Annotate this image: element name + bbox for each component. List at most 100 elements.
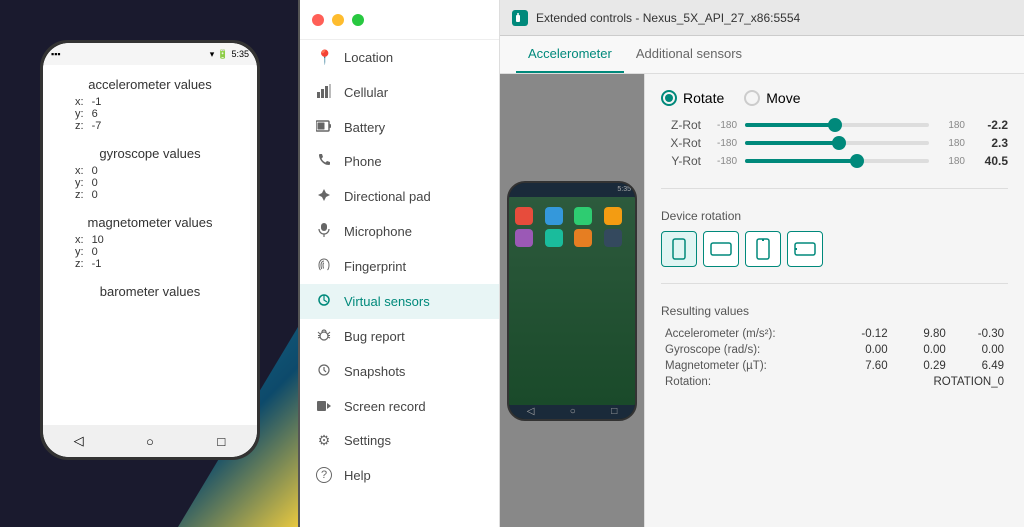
z-rot-thumb[interactable]	[828, 118, 842, 132]
sidebar-item-settings[interactable]: ⚙ Settings	[300, 423, 499, 458]
mag-result-v3: 6.49	[950, 358, 1008, 374]
rot-portrait-rev-button[interactable]	[745, 231, 781, 267]
y-rot-thumb[interactable]	[850, 154, 864, 168]
sidebar-item-virtual-sensors[interactable]: Virtual sensors	[300, 284, 499, 319]
accel-result-v2: 9.80	[892, 326, 950, 342]
mag-y-val: 0	[92, 246, 98, 258]
sidebar-item-location[interactable]: 📍 Location	[300, 40, 499, 75]
mag-result-v2: 0.29	[892, 358, 950, 374]
resulting-values-title: Resulting values	[661, 304, 1008, 318]
home-button[interactable]: ○	[140, 431, 160, 451]
sidebar-item-help[interactable]: ? Help	[300, 458, 499, 492]
gyroscope-section: gyroscope values x: 0 y: 0 z: 0	[55, 146, 245, 201]
device-rotation-title: Device rotation	[661, 209, 1008, 223]
table-row: Magnetometer (µT): 7.60 0.29 6.49	[661, 358, 1008, 374]
sidebar-item-battery[interactable]: Battery	[300, 110, 499, 144]
accel-result-v1: -0.12	[833, 326, 891, 342]
accel-x: x: -1	[75, 96, 245, 108]
sidebar-item-phone[interactable]: Phone	[300, 144, 499, 179]
back-button[interactable]: ◁	[69, 431, 89, 451]
sidebar-item-directional[interactable]: Directional pad	[300, 179, 499, 214]
sidebar-item-screen-record[interactable]: Screen record	[300, 389, 499, 423]
tab-accelerometer[interactable]: Accelerometer	[516, 36, 624, 73]
gyro-result-v1: 0.00	[833, 342, 891, 358]
accel-y: y: 6	[75, 108, 245, 120]
move-radio[interactable]	[744, 90, 760, 106]
accel-result-label: Accelerometer (m/s²):	[661, 326, 833, 342]
signal-icon: ▪▪▪	[51, 49, 61, 59]
x-rot-fill	[745, 141, 839, 145]
gyro-y: y: 0	[75, 177, 245, 189]
tab-additional-sensors[interactable]: Additional sensors	[624, 36, 754, 73]
magnetometer-values: x: 10 y: 0 z: -1	[55, 234, 245, 270]
mag-x-val: 10	[92, 234, 104, 246]
accel-y-val: 6	[92, 108, 98, 120]
mag-z-val: -1	[92, 258, 102, 270]
phone-sidebar-icon	[316, 153, 332, 170]
mag-z: z: -1	[75, 258, 245, 270]
x-rot-thumb[interactable]	[832, 136, 846, 150]
gyro-z-val: 0	[92, 189, 98, 201]
sidebar-item-fingerprint[interactable]: Fingerprint	[300, 249, 499, 284]
rot-landscape-rev-button[interactable]	[787, 231, 823, 267]
x-rot-track[interactable]	[745, 141, 929, 145]
sidebar-label-location: Location	[344, 50, 393, 65]
close-button[interactable]	[312, 14, 324, 26]
x-rot-min: -180	[709, 138, 737, 149]
z-rot-row: Z-Rot -180 180 -2.2	[661, 118, 1008, 132]
gyro-x-label: x:	[75, 165, 84, 177]
maximize-button[interactable]	[352, 14, 364, 26]
move-option[interactable]: Move	[744, 90, 800, 106]
y-rot-row: Y-Rot -180 180 40.5	[661, 154, 1008, 168]
sidebar-label-fingerprint: Fingerprint	[344, 259, 406, 274]
table-row: Rotation: ROTATION_0	[661, 374, 1008, 390]
y-rot-track[interactable]	[745, 159, 929, 163]
x-rot-value: 2.3	[973, 136, 1008, 150]
z-rot-min: -180	[709, 120, 737, 131]
cellular-icon	[316, 84, 332, 101]
sidebar-label-microphone: Microphone	[344, 224, 412, 239]
sidebar-header	[300, 0, 499, 40]
magnetometer-title: magnetometer values	[55, 215, 245, 230]
accel-z: z: -7	[75, 120, 245, 132]
gyro-y-val: 0	[92, 177, 98, 189]
minimize-button[interactable]	[332, 14, 344, 26]
resulting-values-section: Resulting values Accelerometer (m/s²): -…	[661, 304, 1008, 390]
z-rot-label: Z-Rot	[661, 118, 701, 132]
fingerprint-icon	[316, 258, 332, 275]
sidebar-item-bug-report[interactable]: Bug report	[300, 319, 499, 354]
gyroscope-title: gyroscope values	[55, 146, 245, 161]
x-rot-label: X-Rot	[661, 136, 701, 150]
rotate-option[interactable]: Rotate	[661, 90, 724, 106]
rot-landscape-button[interactable]	[703, 231, 739, 267]
z-rot-fill	[745, 123, 835, 127]
sidebar-items: 📍 Location Cellular Battery	[300, 40, 499, 527]
divider-1	[661, 188, 1008, 189]
phone-body: ▪▪▪ ▾ 🔋 5:35 accelerometer values x: -1	[40, 40, 260, 460]
gyro-result-label: Gyroscope (rad/s):	[661, 342, 833, 358]
rot-portrait-button[interactable]	[661, 231, 697, 267]
sidebar-item-snapshots[interactable]: Snapshots	[300, 354, 499, 389]
preview-phone: 5:35	[507, 181, 637, 421]
sidebar-label-directional: Directional pad	[344, 189, 431, 204]
sidebar-label-bug-report: Bug report	[344, 329, 405, 344]
sidebar-item-microphone[interactable]: Microphone	[300, 214, 499, 249]
y-rot-max: 180	[937, 156, 965, 167]
preview-screen-content: 5:35	[509, 183, 635, 419]
device-rotation-section: Device rotation	[661, 209, 1008, 267]
recents-button[interactable]: □	[211, 431, 231, 451]
sidebar-item-cellular[interactable]: Cellular	[300, 75, 499, 110]
sidebar-label-phone: Phone	[344, 154, 382, 169]
y-rot-value: 40.5	[973, 154, 1008, 168]
gyro-z: z: 0	[75, 189, 245, 201]
mag-y-label: y:	[75, 246, 84, 258]
mag-x-label: x:	[75, 234, 84, 246]
rotate-radio[interactable]	[661, 90, 677, 106]
mag-y: y: 0	[75, 246, 245, 258]
accelerometer-values: x: -1 y: 6 z: -7	[55, 96, 245, 132]
mag-x: x: 10	[75, 234, 245, 246]
status-right: ▾ 🔋 5:35	[210, 49, 249, 60]
z-rot-track[interactable]	[745, 123, 929, 127]
bug-report-icon	[316, 328, 332, 345]
sliders-container: Z-Rot -180 180 -2.2 X-Rot -	[661, 118, 1008, 172]
